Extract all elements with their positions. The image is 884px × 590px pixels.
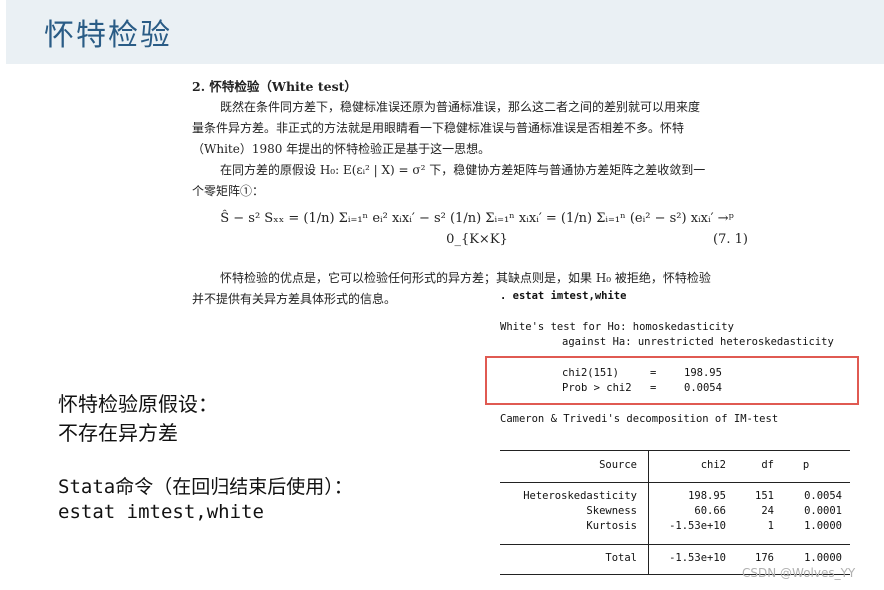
chi2-label: chi2(151) xyxy=(562,367,619,379)
stata-command: . estat imtest,white xyxy=(500,290,627,302)
chi2-value: 198.95 xyxy=(684,367,722,379)
highlight-box xyxy=(485,356,859,405)
watermark: CSDN @Wolves_YY xyxy=(742,566,856,580)
table-total-cell: 176 xyxy=(755,552,774,564)
table-divider xyxy=(648,450,649,575)
chi2-eq: = xyxy=(650,367,657,379)
prob-eq: = xyxy=(650,382,657,394)
table-header-source: Source xyxy=(599,459,637,471)
paragraph-line: 并不提供有关异方差具体形式的信息。 xyxy=(192,292,397,306)
table-cell: 60.66 xyxy=(694,505,726,517)
note-stata-command: estat imtest,white xyxy=(58,501,264,523)
table-cell: 198.95 xyxy=(688,490,726,502)
decomposition-title: Cameron & Trivedi's decomposition of IM-… xyxy=(500,413,779,425)
table-cell: 0.0054 xyxy=(804,490,842,502)
table-cell: 151 xyxy=(755,490,774,502)
table-top-rule xyxy=(500,450,850,451)
paragraph-line: 怀特检验的优点是，它可以检验任何形式的异方差；其缺点则是，如果 H₀ 被拒绝，怀… xyxy=(220,271,711,285)
paragraph-line: 量条件异方差。非正式的方法就是用眼睛看一下稳健标准误与普通标准误是否相差不多。怀… xyxy=(192,121,685,135)
table-header-p: p xyxy=(802,459,810,471)
table-total-cell: 1.0000 xyxy=(804,552,842,564)
table-cell: Heteroskedasticity xyxy=(523,490,637,502)
table-total-cell: Total xyxy=(605,552,637,564)
table-total-rule xyxy=(500,544,850,545)
table-total-cell: -1.53e+10 xyxy=(669,552,726,564)
prob-value: 0.0054 xyxy=(684,382,722,394)
paragraph-line: 在同方差的原假设 H₀: E(εᵢ² | X) = σ² 下，稳健协方差矩阵与普… xyxy=(220,163,706,177)
table-header-chi2: chi2 xyxy=(700,459,726,471)
note-stata-label: Stata命令（在回归结束后使用）： xyxy=(58,476,353,498)
table-cell: 1.0000 xyxy=(804,520,842,532)
equation-number: (7. 1) xyxy=(713,232,748,247)
paragraph-line: 个零矩阵①： xyxy=(192,184,265,198)
paragraph-line: （White）1980 年提出的怀特检验正是基于这一思想。 xyxy=(192,142,491,156)
table-cell: 0.0001 xyxy=(804,505,842,517)
table-header-rule xyxy=(500,482,850,483)
section-title: 2. 怀特检验（White test） xyxy=(192,79,357,94)
prob-row: Prob > chi2 = 0.0054 xyxy=(562,382,722,394)
equation: Ŝ − s² Sₓₓ = (1/n) Σᵢ₌₁ⁿ eᵢ² xᵢxᵢ′ − s² … xyxy=(192,208,762,250)
slide-header: 怀特检验 xyxy=(6,0,884,64)
chi2-row: chi2(151) = 198.95 xyxy=(562,367,722,379)
note-hypothesis-label: 怀特检验原假设： xyxy=(58,392,218,416)
table-cell: Kurtosis xyxy=(586,520,637,532)
paragraph-line: 既然在条件同方差下，稳健标准误还原为普通标准误，那么这二者之间的差别就可以用来度 xyxy=(220,100,701,114)
table-cell: 1 xyxy=(767,520,774,532)
table-cell: Skewness xyxy=(586,505,637,517)
im-test-table: Source chi2 df p Heteroskedasticity 198.… xyxy=(500,450,850,576)
equation-body: Ŝ − s² Sₓₓ = (1/n) Σᵢ₌₁ⁿ eᵢ² xᵢxᵢ′ − s² … xyxy=(220,211,734,247)
note-hypothesis-value: 不存在异方差 xyxy=(58,421,178,445)
table-cell: -1.53e+10 xyxy=(669,520,726,532)
stata-alt-hypothesis: against Ha: unrestricted heteroskedastic… xyxy=(562,336,834,348)
table-cell: 24 xyxy=(761,505,774,517)
slide-title: 怀特检验 xyxy=(44,18,172,53)
textbook-excerpt: 2. 怀特检验（White test） 既然在条件同方差下，稳健标准误还原为普通… xyxy=(192,76,762,310)
table-header-df: df xyxy=(761,459,774,471)
prob-label: Prob > chi2 xyxy=(562,382,632,394)
stata-null-hypothesis: White's test for Ho: homoskedasticity xyxy=(500,321,734,333)
